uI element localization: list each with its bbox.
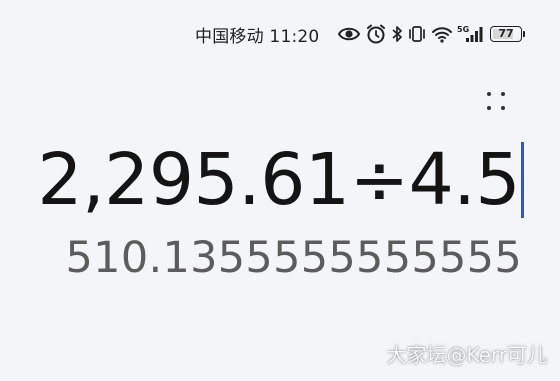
- battery-level: 77: [498, 27, 514, 40]
- wifi-icon: [432, 27, 452, 43]
- eye-icon: [337, 27, 361, 41]
- more-dot: [501, 106, 505, 110]
- battery-icon: 77: [490, 26, 525, 42]
- carrier-and-time: 中国移动 11:20: [195, 22, 319, 47]
- text-cursor: [521, 142, 524, 218]
- watermark: 大家坛@Kerr可儿: [386, 343, 547, 367]
- more-dot: [487, 106, 491, 110]
- expression-text[interactable]: 2,295.61÷4.5: [37, 130, 520, 230]
- bluetooth-icon: [392, 26, 402, 42]
- vibrate-icon: [409, 26, 425, 42]
- status-icons: 5G 77: [337, 20, 525, 48]
- more-options-button[interactable]: [478, 83, 514, 119]
- expression-display[interactable]: 2,295.61÷4.5: [37, 130, 524, 230]
- cellular-5g-icon: 5G: [457, 25, 483, 42]
- more-dot: [487, 92, 491, 96]
- alarm-icon: [367, 24, 385, 44]
- more-dot: [501, 92, 505, 96]
- carrier-name: 中国移动: [195, 27, 264, 47]
- status-bar: 中国移动 11:20 5G 77: [0, 18, 560, 50]
- result-preview: 510.1355555555555: [65, 233, 522, 283]
- network-type-label: 5G: [457, 25, 469, 34]
- battery-tip: [523, 31, 525, 37]
- clock-time: 11:20: [269, 27, 320, 47]
